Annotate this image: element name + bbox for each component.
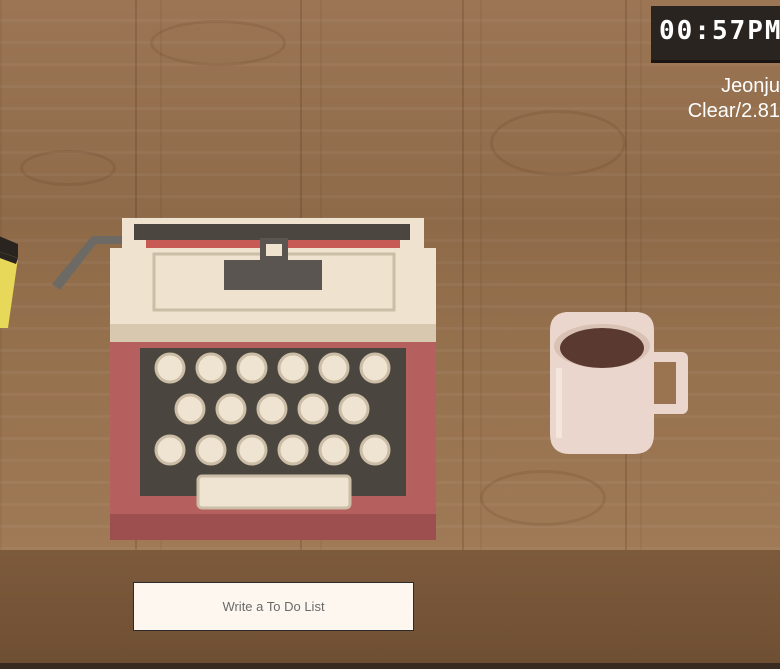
clock-time: 00:57PM <box>659 16 780 46</box>
typewriter-icon <box>52 218 436 540</box>
desk-plank-seam <box>462 0 464 550</box>
clock-display: 00:57PM <box>651 6 780 60</box>
notebook-icon <box>0 236 18 328</box>
weather-info: Jeonju Clear/2.81 <box>688 74 780 124</box>
bottom-bar <box>0 663 780 669</box>
wood-grain <box>150 20 286 66</box>
desk-plank-seam <box>625 0 627 550</box>
todo-input[interactable] <box>133 582 414 631</box>
weather-summary: Clear/2.81 <box>687 100 780 122</box>
wood-grain <box>480 470 606 526</box>
weather-city: Jeonju <box>721 75 780 97</box>
coffee-mug-icon <box>550 312 688 454</box>
wood-grain <box>20 150 116 186</box>
wood-grain <box>490 110 626 176</box>
